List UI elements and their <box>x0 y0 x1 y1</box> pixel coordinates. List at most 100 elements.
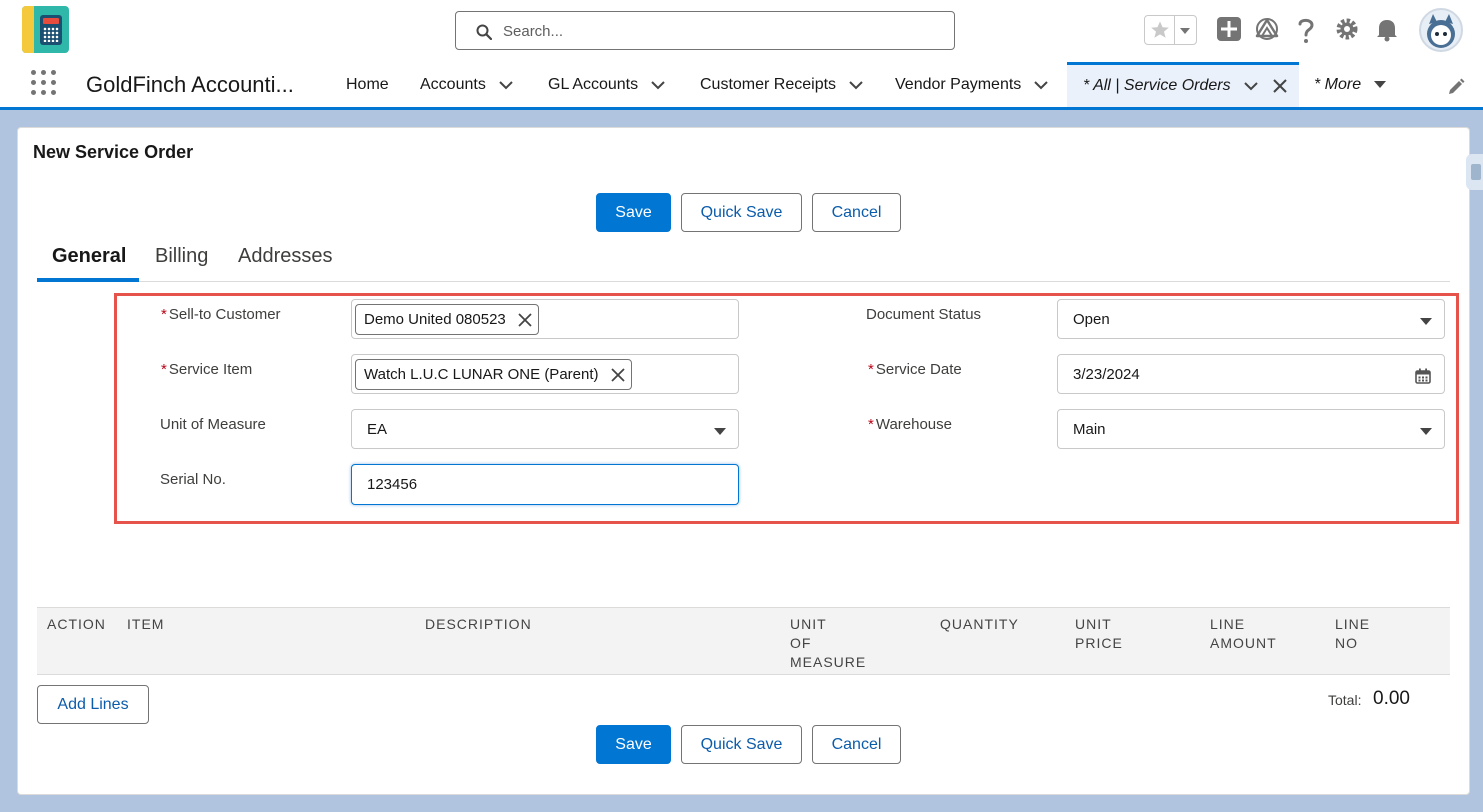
column-item: ITEM <box>127 616 165 632</box>
star-icon[interactable] <box>1150 20 1170 40</box>
pill-label: Demo United 080523 <box>364 311 506 328</box>
global-actions-icon[interactable] <box>1216 16 1242 42</box>
nav-item-home[interactable]: Home <box>346 62 389 107</box>
bell-icon[interactable] <box>1374 16 1400 42</box>
tab-all-service-orders[interactable]: * All | Service Orders <box>1067 62 1299 107</box>
remove-icon[interactable] <box>610 367 625 382</box>
app-logo[interactable] <box>22 6 69 53</box>
global-search[interactable] <box>455 11 955 50</box>
total-label: Total: <box>1328 692 1362 708</box>
field-label: Service Item <box>168 361 253 378</box>
help-icon[interactable] <box>1294 16 1318 44</box>
calendar-icon[interactable] <box>1415 368 1431 384</box>
column-label-line: AMOUNT <box>1210 635 1277 651</box>
column-unit-of-measure: UNIT OF MEASURE <box>790 615 866 672</box>
form-tabs: General Billing Addresses <box>37 239 1450 282</box>
service-date-label: * Service Date <box>868 361 962 378</box>
column-unit-price: UNIT PRICE <box>1075 615 1123 653</box>
add-lines-button[interactable]: Add Lines <box>37 685 149 724</box>
quick-save-button-bottom[interactable]: Quick Save <box>681 725 802 764</box>
nav-item-vendor-payments[interactable]: Vendor Payments <box>895 62 1049 107</box>
total-value: 0.00 <box>1373 688 1410 709</box>
selected-customer-pill[interactable]: Demo United 080523 <box>355 304 539 335</box>
chevron-down-icon[interactable] <box>1243 81 1259 91</box>
app-launcher-icon[interactable] <box>31 70 59 98</box>
favorites-group[interactable] <box>1144 15 1197 45</box>
required-marker: * <box>868 361 874 378</box>
app-nav-bar: GoldFinch Accounti... Home Accounts GL A… <box>0 62 1483 110</box>
sell-to-customer-lookup[interactable]: Demo United 080523 <box>351 299 739 339</box>
column-label-line: NO <box>1335 635 1358 651</box>
caret-down-icon <box>1420 428 1432 435</box>
save-button-bottom[interactable]: Save <box>596 725 671 764</box>
warehouse-select[interactable]: Main <box>1057 409 1445 449</box>
column-label-line: LINE <box>1335 616 1371 632</box>
service-item-label: * Service Item <box>161 361 252 378</box>
required-marker: * <box>868 416 874 433</box>
chevron-down-icon[interactable] <box>1179 27 1191 35</box>
close-icon[interactable] <box>1272 79 1287 93</box>
remove-icon[interactable] <box>518 312 532 327</box>
select-value: Open <box>1073 311 1110 328</box>
document-status-select[interactable]: Open <box>1057 299 1445 339</box>
service-item-lookup[interactable]: Watch L.U.C LUNAR ONE (Parent) <box>351 354 739 394</box>
chevron-down-icon[interactable] <box>1033 80 1049 90</box>
field-label: Service Date <box>875 361 962 378</box>
column-description: DESCRIPTION <box>425 616 532 632</box>
pill-label: Watch L.U.C LUNAR ONE (Parent) <box>364 366 599 383</box>
nav-item-label: * More <box>1314 75 1362 93</box>
select-value: EA <box>367 421 388 438</box>
caret-down-icon[interactable] <box>1373 80 1387 89</box>
column-label-line: UNIT <box>1075 616 1112 632</box>
lines-table-header: ACTION ITEM DESCRIPTION UNIT OF MEASURE … <box>37 607 1450 675</box>
side-panel-toggle[interactable] <box>1466 154 1483 190</box>
column-label-line: PRICE <box>1075 635 1123 651</box>
service-date-field[interactable]: 3/23/2024 <box>1057 354 1445 394</box>
selected-service-item-pill[interactable]: Watch L.U.C LUNAR ONE (Parent) <box>355 359 632 390</box>
sell-to-customer-label: * Sell-to Customer <box>161 306 281 323</box>
date-value: 3/23/2024 <box>1073 366 1140 383</box>
serial-no-label: Serial No. <box>160 471 226 488</box>
tab-billing[interactable]: Billing <box>155 245 208 268</box>
cancel-button[interactable]: Cancel <box>812 193 901 232</box>
cancel-button-bottom[interactable]: Cancel <box>812 725 901 764</box>
column-action: ACTION <box>47 616 106 632</box>
app-name: GoldFinch Accounti... <box>86 72 294 97</box>
tab-general[interactable]: General <box>52 245 126 268</box>
column-label-line: MEASURE <box>790 654 867 670</box>
chevron-down-icon[interactable] <box>848 80 864 90</box>
quick-save-button[interactable]: Quick Save <box>681 193 802 232</box>
unit-of-measure-label: Unit of Measure <box>160 416 266 433</box>
column-label-line: LINE <box>1210 616 1246 632</box>
chevron-down-icon[interactable] <box>498 80 514 90</box>
nav-item-label: Customer Receipts <box>700 75 837 93</box>
caret-down-icon <box>1420 318 1432 325</box>
nav-item-label: * All | Service Orders <box>1083 77 1231 94</box>
select-value: Main <box>1073 421 1106 438</box>
nav-item-label: Vendor Payments <box>895 75 1022 93</box>
warehouse-label: * Warehouse <box>868 416 952 433</box>
caret-down-icon <box>714 428 726 435</box>
nav-item-more[interactable]: * More <box>1314 62 1387 107</box>
avatar[interactable] <box>1419 8 1463 52</box>
field-label: Warehouse <box>875 416 952 433</box>
trailhead-icon[interactable] <box>1254 16 1280 42</box>
column-line-amount: LINE AMOUNT <box>1210 615 1277 653</box>
chevron-down-icon[interactable] <box>650 80 666 90</box>
serial-no-field[interactable] <box>351 464 739 505</box>
required-marker: * <box>161 361 167 378</box>
nav-item-customer-receipts[interactable]: Customer Receipts <box>700 62 864 107</box>
nav-item-label: GL Accounts <box>548 75 639 93</box>
tab-addresses[interactable]: Addresses <box>238 245 333 268</box>
nav-item-label: Accounts <box>420 75 486 93</box>
required-marker: * <box>161 306 167 323</box>
search-input[interactable] <box>503 20 933 42</box>
nav-item-accounts[interactable]: Accounts <box>420 62 514 107</box>
unit-of-measure-select[interactable]: EA <box>351 409 739 449</box>
document-status-label: Document Status <box>866 306 982 323</box>
nav-item-label: Home <box>346 75 389 93</box>
gear-icon[interactable] <box>1334 16 1360 42</box>
edit-nav-icon[interactable] <box>1447 78 1465 96</box>
nav-item-gl-accounts[interactable]: GL Accounts <box>548 62 666 107</box>
save-button[interactable]: Save <box>596 193 671 232</box>
